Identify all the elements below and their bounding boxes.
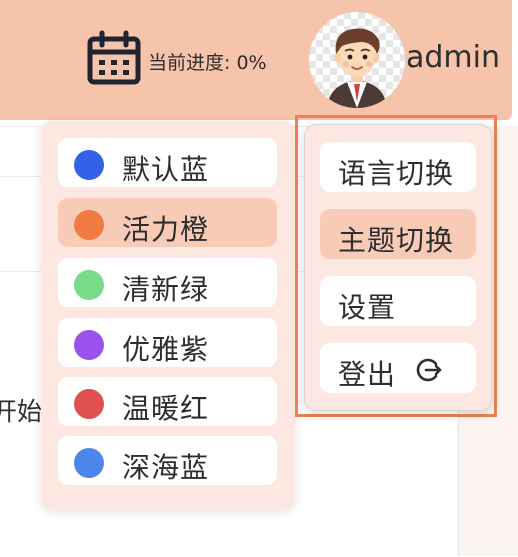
avatar[interactable] (309, 12, 405, 108)
avatar-illustration (327, 28, 387, 108)
menu-item-label: 语言切换 (338, 157, 455, 190)
theme-option-label: 默认蓝 (122, 153, 210, 186)
theme-switch-item[interactable]: 主题切换 (320, 209, 476, 259)
color-swatch-icon (74, 448, 104, 478)
color-swatch-icon (74, 150, 104, 180)
background-partial-text: 开始 (0, 397, 43, 426)
theme-option-vibrant-orange[interactable]: 活力橙 (58, 198, 277, 247)
theme-option-label: 深海蓝 (122, 451, 210, 484)
color-swatch-icon (74, 210, 104, 240)
theme-option-warm-red[interactable]: 温暖红 (58, 377, 277, 426)
theme-option-default-blue[interactable]: 默认蓝 (58, 138, 277, 187)
theme-dropdown-menu: 默认蓝 活力橙 清新绿 优雅紫 温暖红 深海蓝 (41, 121, 295, 510)
progress-text: 当前进度: 0% (148, 52, 267, 74)
top-header: 当前进度: 0% admin (0, 0, 512, 120)
theme-option-elegant-purple[interactable]: 优雅紫 (58, 318, 277, 367)
color-swatch-icon (74, 389, 104, 419)
theme-option-fresh-green[interactable]: 清新绿 (58, 258, 277, 307)
color-swatch-icon (74, 270, 104, 300)
settings-item[interactable]: 设置 (320, 276, 476, 326)
theme-option-deep-sea-blue[interactable]: 深海蓝 (58, 436, 277, 485)
logout-item[interactable]: 登出 (320, 343, 476, 393)
user-dropdown-menu: 语言切换 主题切换 设置 登出 (304, 124, 492, 411)
logout-icon (416, 358, 442, 382)
menu-item-label: 登出 (338, 358, 397, 391)
menu-item-label: 设置 (338, 291, 397, 324)
calendar-icon[interactable] (86, 30, 142, 86)
language-switch-item[interactable]: 语言切换 (320, 142, 476, 192)
theme-option-label: 活力橙 (122, 213, 210, 246)
username-label[interactable]: admin (406, 40, 500, 75)
theme-option-label: 温暖红 (122, 392, 210, 425)
theme-option-label: 优雅紫 (122, 333, 210, 366)
color-swatch-icon (74, 330, 104, 360)
menu-item-label: 主题切换 (338, 224, 455, 257)
theme-option-label: 清新绿 (122, 273, 210, 306)
